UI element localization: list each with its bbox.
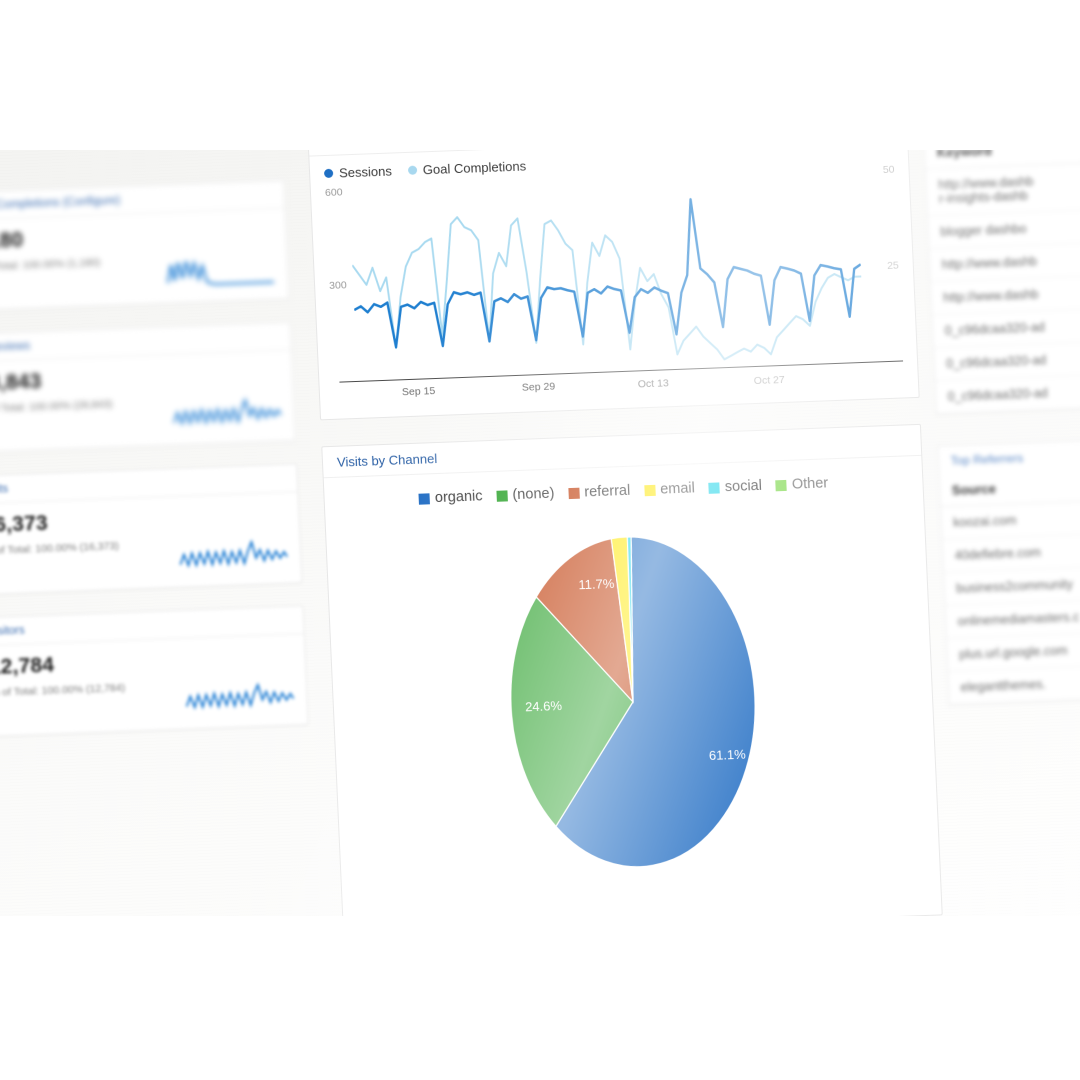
- x-tick-oct-13: Oct 13: [637, 377, 670, 391]
- scorecard-value: 28,843: [0, 369, 43, 396]
- y2-axis-tick-25: 25: [886, 259, 900, 272]
- pie-label-organic: 61.1%: [709, 747, 747, 763]
- top-referrers-panel: Top Referrers Source koozai.com 40defieb…: [936, 435, 1080, 706]
- pie-chart-area: 61.1% 24.6% 11.7%: [325, 490, 940, 912]
- scorecard-pageviews[interactable]: Pageviews 28,843 % of Total: 100.00% (28…: [0, 321, 297, 454]
- x-tick-sep-29: Sep 29: [521, 380, 556, 394]
- legend-item-goal-completions[interactable]: Goal Completions: [407, 158, 527, 178]
- right-panels-column: Keyword http://www.dashb r-insights-dash…: [923, 125, 1080, 736]
- scorecard-goal-completions[interactable]: Goal Completions (Configure) 1,180 % of …: [0, 179, 290, 312]
- y-axis-tick-300: 300: [328, 279, 347, 292]
- x-tick-oct-27: Oct 27: [753, 373, 785, 388]
- visitors-sparkline: [185, 682, 295, 710]
- scorecard-visitors[interactable]: Visitors 12,784 % of Total: 100.00% (12,…: [0, 605, 309, 738]
- photo-matte-top: [0, 0, 1080, 150]
- visits-sparkline: [179, 539, 288, 569]
- social-color-swatch: [708, 481, 721, 494]
- legend-item-email[interactable]: email: [644, 480, 695, 498]
- line-chart-svg: [351, 198, 862, 361]
- photo-canvas: Goal Completions (Configure) 1,180 % of …: [0, 0, 1080, 1080]
- referral-color-swatch: [568, 487, 580, 499]
- legend-label: Sessions: [338, 163, 393, 181]
- legend-item-other[interactable]: Other: [775, 475, 829, 493]
- legend-item-none[interactable]: (none): [496, 486, 555, 504]
- organic-color-swatch: [418, 492, 431, 505]
- legend-label: email: [659, 480, 696, 498]
- legend-item-referral[interactable]: referral: [568, 483, 631, 501]
- legend-item-sessions[interactable]: Sessions: [323, 163, 393, 182]
- keyword-row[interactable]: http://www.dashb r-insights-dashb: [925, 159, 1080, 217]
- goal-completions-color-dot: [407, 165, 418, 175]
- legend-label: referral: [584, 482, 631, 501]
- top-referrers-link[interactable]: Top Referrers: [938, 437, 1080, 475]
- pageviews-sparkline: [173, 397, 282, 427]
- pie-chart-svg: 61.1% 24.6% 11.7%: [510, 536, 756, 868]
- analytics-dashboard-screen: Goal Completions (Configure) 1,180 % of …: [0, 87, 1080, 963]
- legend-label: Goal Completions: [422, 158, 527, 178]
- x-tick-sep-15: Sep 15: [401, 385, 436, 399]
- photo-matte-bottom: [0, 916, 1080, 1080]
- legend-label: social: [724, 477, 763, 496]
- scorecard-value: 12,784: [0, 653, 55, 679]
- y-axis-tick-600: 600: [324, 186, 343, 200]
- scorecard-value: 16,373: [0, 511, 49, 538]
- email-color-swatch: [644, 484, 656, 496]
- legend-label: organic: [434, 488, 483, 507]
- scorecard-visits[interactable]: Visits 16,373 % of Total: 100.00% (16,37…: [0, 463, 303, 596]
- keyword-panel: Keyword http://www.dashb r-insights-dash…: [923, 125, 1080, 416]
- scorecard-value: 1,180: [0, 228, 24, 254]
- visits-by-channel-card: Visits by Channel organic (none) referra…: [321, 423, 943, 938]
- pie-label-referral: 11.7%: [578, 576, 615, 592]
- keyword-text-wrap: r-insights-dashb: [938, 188, 1029, 206]
- other-color-swatch: [775, 479, 788, 491]
- y2-axis-tick-50: 50: [882, 163, 895, 177]
- sessions-color-dot: [323, 168, 334, 179]
- legend-item-social[interactable]: social: [708, 477, 763, 496]
- pie-label-none: 24.6%: [525, 698, 563, 714]
- visits-goal-completions-card: Visits & Goal Completions (Configure) Se…: [307, 106, 920, 421]
- goal-completions-sparkline: [166, 259, 274, 286]
- main-charts-column: Visits & Goal Completions (Configure) Se…: [307, 106, 943, 938]
- legend-label: Other: [791, 475, 829, 493]
- line-chart-plot: 600 300 50 25: [321, 164, 908, 385]
- legend-item-organic[interactable]: organic: [418, 488, 483, 507]
- none-color-swatch: [496, 489, 508, 502]
- sidebar-scorecards: Goal Completions (Configure) 1,180 % of …: [0, 179, 310, 760]
- legend-label: (none): [512, 485, 555, 504]
